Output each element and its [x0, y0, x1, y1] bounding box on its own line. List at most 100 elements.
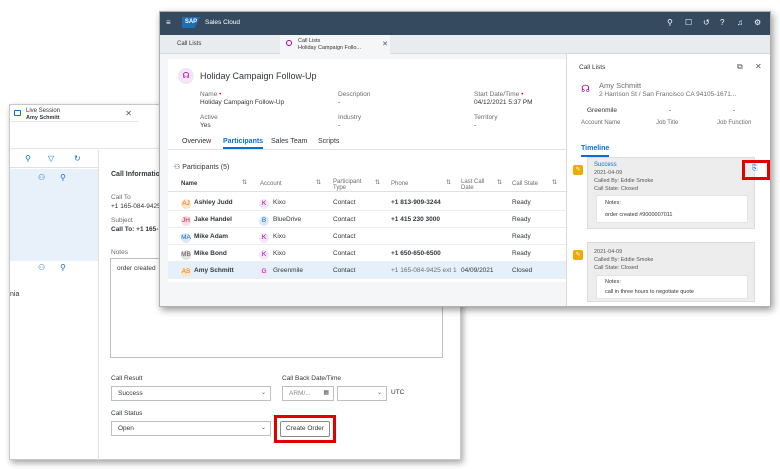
notification-icon[interactable]: ♫: [737, 18, 743, 27]
user-icon[interactable]: ⚲: [60, 173, 66, 182]
col-account[interactable]: Account: [260, 181, 282, 187]
call-result-select[interactable]: Success ⌄: [111, 386, 271, 401]
account-name[interactable]: Greenmile: [273, 267, 303, 274]
account-name[interactable]: Kixo: [273, 199, 286, 206]
participant-name[interactable]: Mike Bond: [194, 250, 227, 257]
account-name[interactable]: Kixo: [273, 250, 286, 257]
sort-icon[interactable]: ⇅: [497, 180, 502, 186]
callback-time-select[interactable]: ⌄: [337, 386, 387, 401]
chat-icon[interactable]: ☐: [685, 18, 692, 27]
shell-bar: ≡ SAP Sales Cloud ⚲ ☐ ↺ ? ♫ ⚙: [160, 12, 770, 35]
sort-icon[interactable]: ⇅: [316, 180, 321, 186]
call-state: Ready: [512, 199, 531, 206]
chevron-down-icon: ⌄: [260, 390, 266, 396]
sales-order-highlight: ⎘: [742, 160, 770, 180]
utc-label: UTC: [391, 389, 405, 396]
live-session-tab[interactable]: Live Session Amy Schmitt ✕: [10, 105, 138, 122]
sort-icon[interactable]: ⇅: [242, 180, 247, 186]
job-title-value: -: [669, 107, 672, 114]
timeline-card-1[interactable]: Success 2021-04-09 Called By: Eddie Smok…: [587, 157, 770, 229]
timeline-card-2[interactable]: 2021-04-09 Called By: Eddie Smoke Call S…: [587, 242, 755, 302]
last-call-date: 04/09/2021: [461, 267, 494, 274]
phone[interactable]: +1 165-084-9425 ext 1: [391, 267, 457, 274]
search-icon[interactable]: ⚲: [25, 154, 31, 163]
phone[interactable]: +1 650-650-6500: [391, 250, 441, 257]
col-type[interactable]: Participant Type: [333, 179, 363, 191]
menu-icon[interactable]: ≡: [166, 18, 171, 27]
participant-name[interactable]: Jake Handel: [194, 216, 232, 223]
table-row[interactable]: AS Amy Schmitt G Greenmile Contact +1 165-084…: [168, 262, 568, 279]
notes-label: Notes:: [605, 279, 621, 285]
calendar-icon[interactable]: ▦: [323, 387, 329, 400]
card-called-by: Called By: Eddie Smoke: [594, 178, 654, 184]
phone[interactable]: +1 415 230 3000: [391, 216, 440, 223]
phone[interactable]: +1 813-909-3244: [391, 199, 441, 206]
settings-icon[interactable]: ⚙: [754, 18, 761, 27]
refresh-icon[interactable]: ↻: [74, 154, 81, 163]
participant-name[interactable]: Mike Adam: [194, 233, 228, 240]
card-state: Call State: Closed: [594, 186, 639, 192]
sales-cloud-window: ≡ SAP Sales Cloud ⚲ ☐ ↺ ? ♫ ⚙ Call Lists…: [159, 11, 771, 307]
sort-icon[interactable]: ⇅: [375, 180, 380, 186]
date-placeholder: ARM/...: [289, 390, 311, 397]
divider: [98, 150, 99, 460]
card-date: 2021-04-09: [594, 170, 623, 176]
tab-call-lists[interactable]: Call Lists: [177, 41, 201, 47]
table-row[interactable]: MB Mike Bond K Kixo Contact +1 650-650-6500 Re…: [168, 245, 568, 262]
object-tabs: Overview Participants Sales Team Scripts: [168, 136, 568, 150]
sort-icon[interactable]: ⇅: [446, 180, 451, 186]
help-icon[interactable]: ?: [720, 18, 724, 27]
user-icon[interactable]: ⚲: [60, 263, 66, 272]
sort-icon[interactable]: ⇅: [552, 180, 557, 186]
filter-icon[interactable]: ▽: [48, 154, 54, 163]
table-row[interactable]: MA Mike Adam K Kixo Contact Ready: [168, 228, 568, 245]
account-value: Greenmile: [587, 107, 617, 114]
territory-label: Territory: [474, 114, 498, 121]
industry-label: Industry: [338, 114, 362, 121]
tab-overview[interactable]: Overview: [182, 138, 211, 145]
call-info-title: Call Informatio: [111, 171, 161, 178]
col-name[interactable]: Name: [181, 181, 197, 187]
sales-order-icon[interactable]: ⎘: [752, 165, 758, 173]
search-icon[interactable]: ⚲: [667, 18, 673, 27]
col-phone[interactable]: Phone: [391, 181, 408, 187]
account-name[interactable]: BlueDrive: [273, 216, 301, 223]
participant-name[interactable]: Amy Schmitt: [194, 267, 234, 274]
truncated-label: nia: [10, 291, 20, 298]
users-icon[interactable]: ⚇: [38, 263, 45, 272]
avatar: AJ: [181, 199, 191, 209]
account-icon: K: [259, 199, 269, 209]
col-last-call[interactable]: Last Call Date: [461, 179, 491, 191]
tab-sales-team[interactable]: Sales Team: [271, 138, 307, 145]
table-row[interactable]: JH Jake Handel B BlueDrive Contact +1 415 230…: [168, 211, 568, 228]
tab-scripts[interactable]: Scripts: [318, 138, 339, 145]
notes-text: call in three hours to negotiate quote: [605, 289, 694, 295]
call-state: Ready: [512, 233, 531, 240]
name-label: Name •: [200, 91, 222, 98]
start-label: Start Date/Time •: [474, 91, 524, 98]
card-title[interactable]: Success: [594, 162, 617, 168]
users-icon[interactable]: ⚇: [38, 173, 45, 182]
card-called-by: Called By: Eddie Smoke: [594, 257, 654, 263]
account-name[interactable]: Kixo: [273, 233, 286, 240]
close-icon[interactable]: ✕: [755, 62, 762, 71]
create-order-highlight: Create Order: [274, 415, 336, 443]
history-icon[interactable]: ↺: [703, 18, 710, 27]
close-icon[interactable]: ✕: [382, 40, 388, 48]
callback-date-input[interactable]: ARM/... ▦: [282, 386, 334, 401]
participant-name[interactable]: Ashley Judd: [194, 199, 233, 206]
create-order-button[interactable]: Create Order: [280, 421, 330, 437]
card-notes: Notes: call in three hours to negotiate …: [596, 275, 748, 299]
start-value: 04/12/2021 5:37 PM: [474, 99, 533, 106]
tab-participants[interactable]: Participants: [223, 138, 264, 149]
tab-holiday-campaign[interactable]: Call Lists Holiday Campaign Follo... ✕: [280, 35, 390, 54]
card-date: 2021-04-09: [594, 249, 623, 255]
call-status-select[interactable]: Open ⌄: [111, 421, 271, 436]
table-row[interactable]: AJ Ashley Judd K Kixo Contact +1 813-909-3244…: [168, 194, 568, 211]
expand-icon[interactable]: ⧉: [737, 62, 743, 72]
close-icon[interactable]: ✕: [125, 109, 132, 118]
tab-timeline[interactable]: Timeline: [581, 145, 610, 157]
call-result-label: Call Result: [111, 375, 143, 382]
contact-name: Amy Schmitt: [599, 81, 642, 90]
col-call-state[interactable]: Call State: [512, 181, 538, 187]
